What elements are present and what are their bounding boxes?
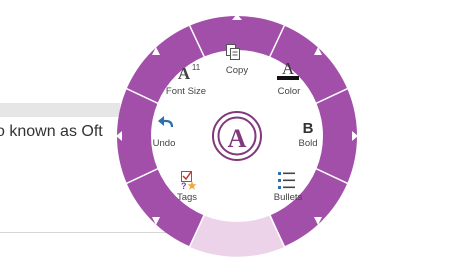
font-size-glyph: A xyxy=(178,64,191,83)
undo-label: Undo xyxy=(153,138,176,149)
tags-label: Tags xyxy=(177,192,197,203)
radial-menu: A Copy A 11 Font Size A Color Undo B Bol… xyxy=(116,14,358,257)
bold-icon: B xyxy=(303,120,314,137)
bold-label: Bold xyxy=(298,138,317,149)
svg-text:?: ? xyxy=(181,181,187,191)
bullets-label: Bullets xyxy=(274,192,303,203)
copy-label: Copy xyxy=(226,65,248,76)
font-color-glyph: A xyxy=(282,59,295,78)
onenote-a-logo-icon: A xyxy=(228,124,247,153)
font-size-label: Font Size xyxy=(166,86,206,97)
color-label: Color xyxy=(278,86,301,97)
onenote-canvas: o known as Oft A Copy A 11 Font Size A C… xyxy=(0,0,460,276)
font-size-superscript: 11 xyxy=(192,63,201,72)
